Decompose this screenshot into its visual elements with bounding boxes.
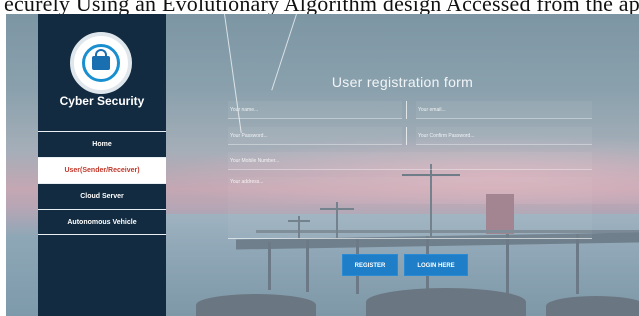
nav-item-cloud-server[interactable]: Cloud Server bbox=[38, 183, 166, 209]
nav-item-autonomous-vehicle[interactable]: Autonomous Vehicle bbox=[38, 209, 166, 235]
nav-item-user[interactable]: User(Sender/Receiver) bbox=[38, 157, 166, 183]
foreground-rock bbox=[366, 288, 526, 316]
register-button[interactable]: REGISTER bbox=[342, 254, 398, 276]
lock-body bbox=[92, 56, 110, 70]
cyber-security-lock-icon bbox=[70, 32, 132, 94]
foreground-rock bbox=[196, 294, 316, 316]
login-here-button[interactable]: LOGIN HERE bbox=[404, 254, 468, 276]
pier-post bbox=[306, 240, 309, 292]
name-field[interactable] bbox=[228, 101, 402, 119]
foreground-rock bbox=[546, 296, 639, 316]
address-field[interactable] bbox=[228, 177, 592, 239]
field-divider bbox=[406, 101, 407, 119]
pier-post bbox=[576, 234, 579, 294]
light-pole-bar bbox=[402, 174, 460, 176]
confirm-password-field[interactable] bbox=[416, 127, 592, 145]
brand-title: Cyber Security bbox=[59, 94, 145, 108]
mobile-field[interactable] bbox=[228, 152, 592, 170]
app-window: Cyber Security Home User(Sender/Receiver… bbox=[6, 14, 639, 316]
field-divider bbox=[406, 127, 407, 145]
form-title: User registration form bbox=[331, 74, 474, 90]
nav-item-home[interactable]: Home bbox=[38, 131, 166, 157]
pier-post bbox=[268, 242, 271, 290]
email-field[interactable] bbox=[416, 101, 592, 119]
password-field[interactable] bbox=[228, 127, 402, 145]
pier-post bbox=[506, 234, 509, 294]
sidebar: Cyber Security Home User(Sender/Receiver… bbox=[38, 14, 166, 316]
sidebar-nav: Home User(Sender/Receiver) Cloud Server … bbox=[38, 131, 166, 235]
